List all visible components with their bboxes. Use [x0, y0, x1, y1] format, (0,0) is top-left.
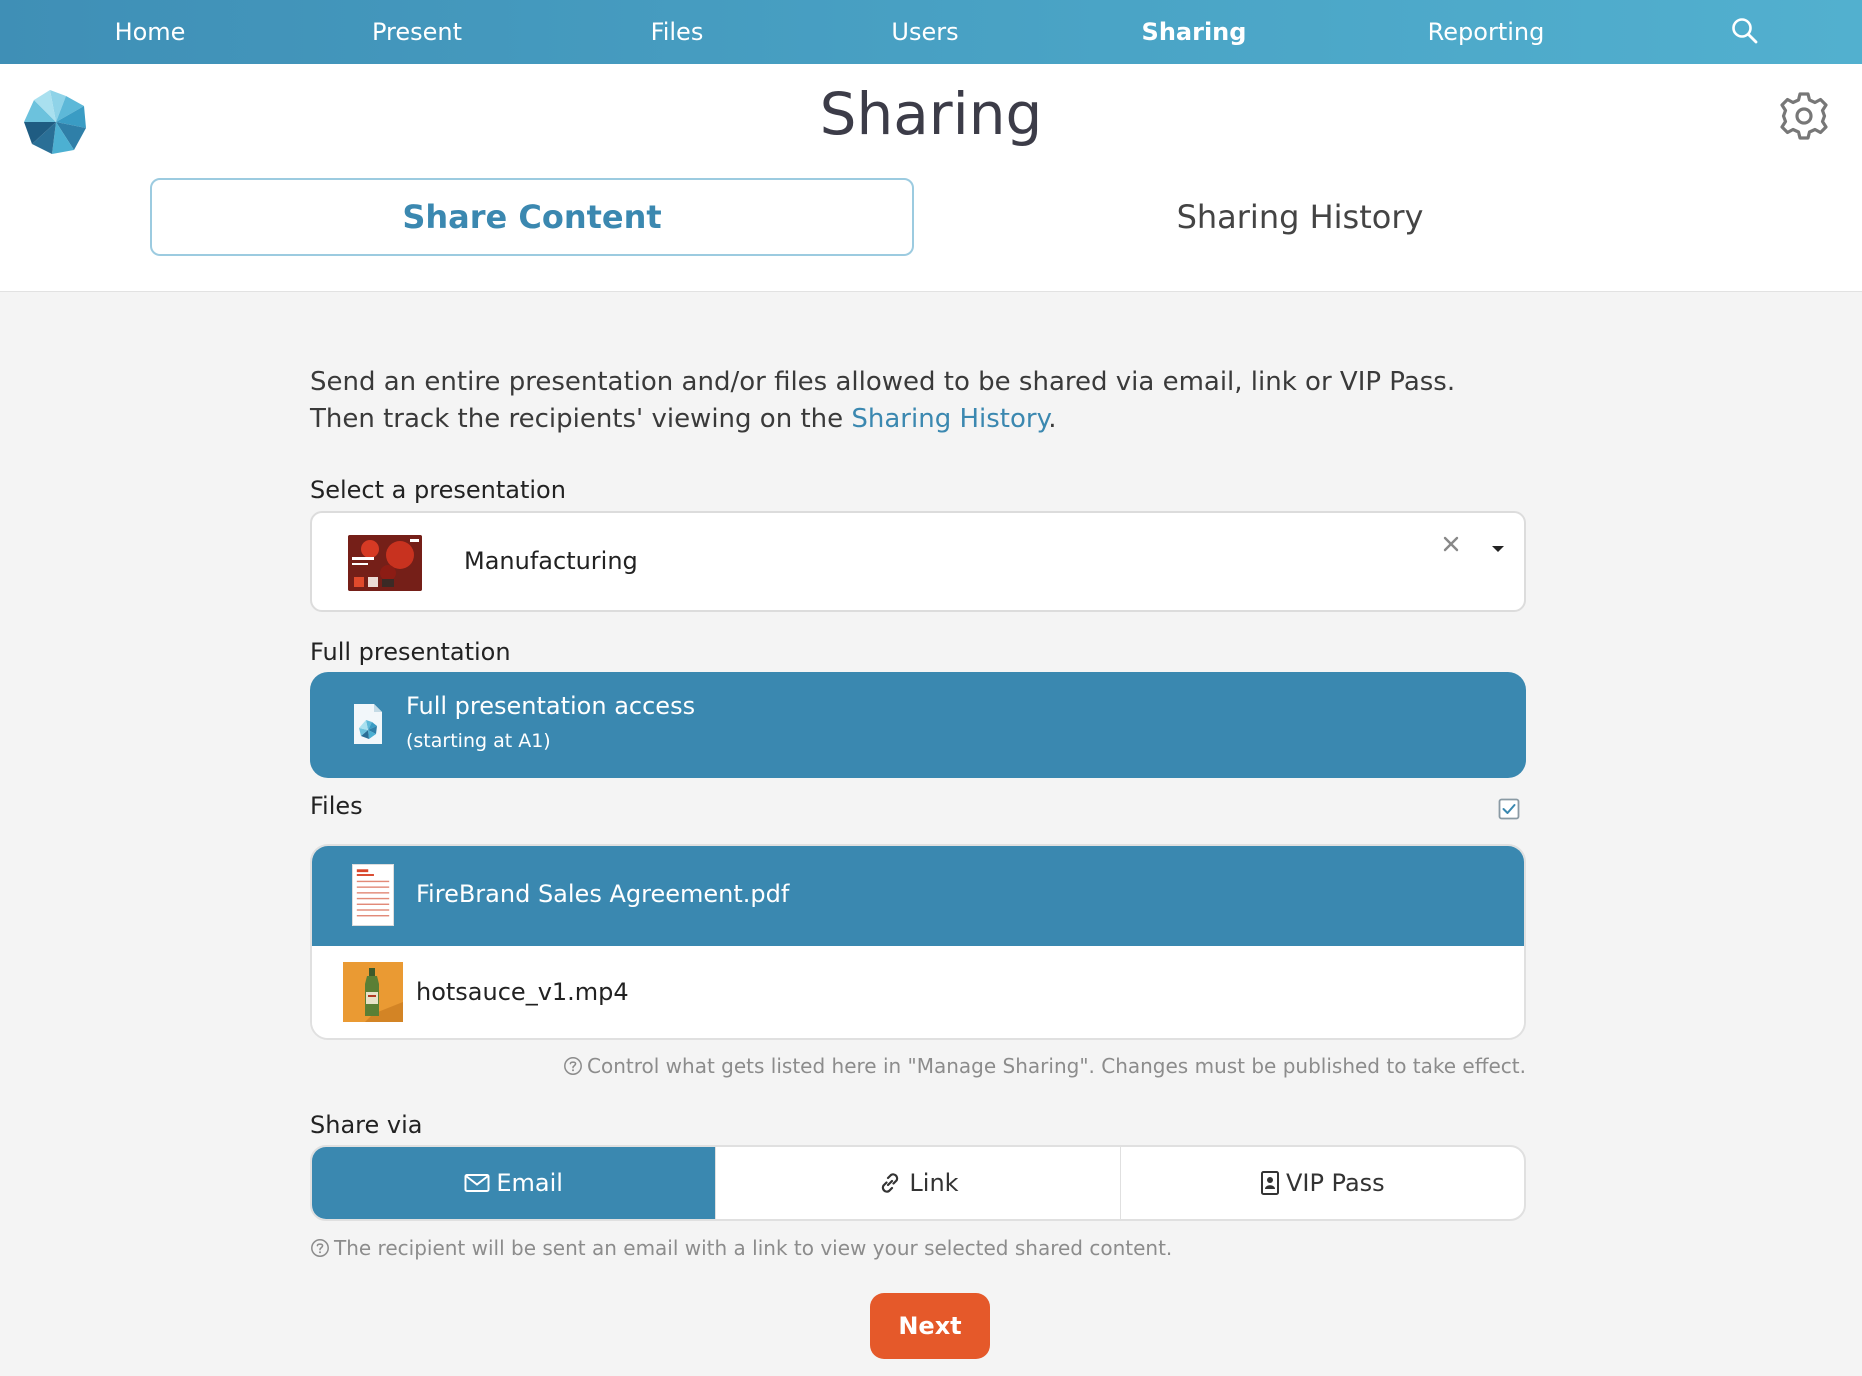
share-hint-text: The recipient will be sent an email with… — [334, 1236, 1173, 1260]
file-row-hotsauce-video[interactable]: hotsauce_v1.mp4 — [312, 946, 1524, 1038]
presentation-document-icon — [354, 704, 382, 744]
nav-item-home[interactable]: Home — [115, 0, 186, 64]
clear-icon[interactable] — [1438, 531, 1464, 557]
sharing-history-link[interactable]: Sharing History — [851, 404, 1048, 434]
pdf-thumbnail-icon — [352, 864, 394, 926]
chevron-down-icon[interactable] — [1488, 539, 1508, 559]
share-option-vip-pass[interactable]: VIP Pass — [1119, 1147, 1524, 1219]
share-option-label: Email — [496, 1169, 563, 1197]
files-hint-text: Control what gets listed here in "Manage… — [587, 1054, 1526, 1078]
presentation-thumbnail — [348, 535, 422, 591]
next-button[interactable]: Next — [870, 1293, 990, 1359]
files-list: FireBrand Sales Agreement.pdf hotsauce_v… — [310, 844, 1526, 1040]
page-title: Sharing — [819, 80, 1043, 148]
tab-sharing-history[interactable]: Sharing History — [918, 178, 1682, 256]
share-via-selector: Email Link VIP Pass — [310, 1145, 1526, 1221]
file-name: FireBrand Sales Agreement.pdf — [416, 880, 790, 908]
nav-item-users[interactable]: Users — [891, 0, 958, 64]
intro-end: . — [1048, 404, 1057, 434]
select-all-files-checkbox[interactable] — [1498, 798, 1520, 820]
share-option-email[interactable]: Email — [312, 1147, 716, 1219]
full-presentation-label: Full presentation — [310, 638, 511, 666]
files-label: Files — [310, 792, 363, 820]
share-via-label: Share via — [310, 1111, 423, 1139]
file-row-sales-agreement[interactable]: FireBrand Sales Agreement.pdf — [312, 846, 1524, 946]
top-nav: Home Present Files Users Sharing Reporti… — [0, 0, 1862, 64]
files-hint: Control what gets listed here in "Manage… — [563, 1054, 1526, 1078]
file-name: hotsauce_v1.mp4 — [416, 978, 629, 1006]
video-thumbnail-icon — [343, 962, 403, 1022]
full-presentation-title: Full presentation access — [406, 692, 696, 720]
envelope-icon — [464, 1174, 490, 1192]
nav-item-files[interactable]: Files — [651, 0, 704, 64]
selected-presentation: Manufacturing — [464, 547, 638, 575]
share-option-label: VIP Pass — [1285, 1169, 1385, 1197]
share-option-link[interactable]: Link — [715, 1147, 1119, 1219]
nav-item-sharing[interactable]: Sharing — [1142, 0, 1247, 64]
nav-item-present[interactable]: Present — [372, 0, 462, 64]
share-option-label: Link — [909, 1169, 959, 1197]
share-hint: The recipient will be sent an email with… — [310, 1236, 1172, 1260]
link-icon — [882, 1173, 899, 1193]
badge-icon — [1260, 1171, 1279, 1195]
tab-share-content[interactable]: Share Content — [150, 178, 914, 256]
intro-text: Send an entire presentation and/or files… — [310, 364, 1526, 438]
full-presentation-subtitle: (starting at A1) — [406, 730, 551, 752]
search-icon[interactable] — [1730, 16, 1760, 46]
nav-item-reporting[interactable]: Reporting — [1428, 0, 1545, 64]
help-circle-icon — [564, 1057, 582, 1075]
gear-icon[interactable] — [1778, 90, 1830, 142]
presentation-select[interactable]: Manufacturing — [310, 511, 1526, 612]
select-presentation-label: Select a presentation — [310, 476, 566, 504]
help-circle-icon — [311, 1239, 329, 1257]
full-presentation-option[interactable]: Full presentation access (starting at A1… — [310, 672, 1526, 778]
page-header: Sharing Share Content Sharing History — [0, 64, 1862, 292]
